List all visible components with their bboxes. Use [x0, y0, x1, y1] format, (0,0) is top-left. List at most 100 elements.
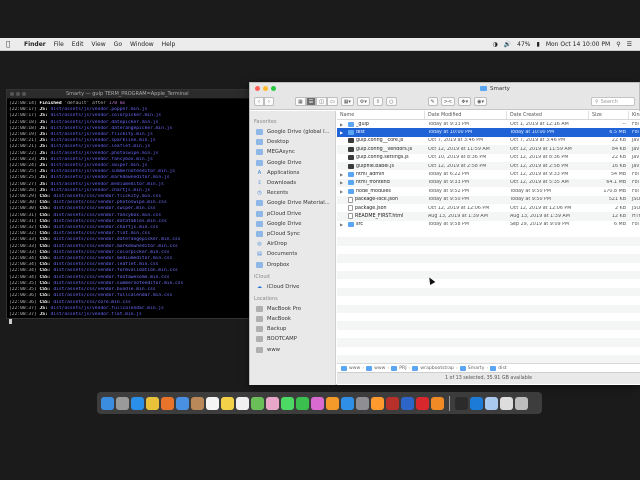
- photos-icon[interactable]: [266, 396, 279, 410]
- file-row[interactable]: ▶ dist Today at 10:00 PM Today at 10:00 PM 6…: [337, 128, 640, 137]
- menu-app-name[interactable]: Finder: [24, 41, 46, 48]
- menu-go[interactable]: Go: [114, 41, 122, 48]
- dropbox-icon[interactable]: ❖▾: [458, 97, 472, 106]
- minimize-button[interactable]: [263, 86, 268, 91]
- trash-icon[interactable]: [515, 396, 528, 410]
- file-row[interactable]: ▶ html_admin Today at 6:22 PM Oct 12, 2019 …: [337, 170, 640, 178]
- path-segment[interactable]: www: [374, 366, 385, 371]
- disclosure-triangle-icon[interactable]: ▶: [340, 172, 346, 177]
- disclosure-triangle-icon[interactable]: ▶: [340, 180, 346, 185]
- facetime-icon[interactable]: [296, 396, 309, 410]
- file-row[interactable]: gulp.config.settings.js Oct 10, 2019 at 8…: [337, 154, 640, 162]
- sidebar-item[interactable]: ☁ iCloud Drive: [250, 282, 335, 292]
- reminders-icon[interactable]: [236, 396, 249, 410]
- wifi-icon[interactable]: ◑: [492, 41, 497, 48]
- file-row[interactable]: ▶ _gulp Today at 9:33 PM Oct 1, 2019 at 12:…: [337, 120, 640, 128]
- sidebar-item[interactable]: Backup: [250, 324, 335, 334]
- sidebar-item[interactable]: ▤ Documents: [250, 249, 335, 259]
- filezilla-icon[interactable]: [386, 396, 399, 410]
- menu-file[interactable]: File: [54, 41, 64, 48]
- file-row[interactable]: README_FIRST.html Aug 13, 2019 at 1:39 AM…: [337, 212, 640, 221]
- column-size[interactable]: Size: [589, 111, 629, 119]
- chrome-icon[interactable]: [146, 396, 159, 410]
- sidebar-item[interactable]: ⇩ Downloads: [250, 178, 335, 188]
- close-button[interactable]: [10, 92, 14, 96]
- menu-view[interactable]: View: [91, 41, 105, 48]
- action-gear-icon[interactable]: ⚙▾: [356, 97, 370, 106]
- spotlight-icon[interactable]: ⚲: [616, 41, 620, 48]
- file-row[interactable]: gulpfile.babel.js Oct 12, 2019 at 2:58 PM…: [337, 161, 640, 171]
- sourcetree-icon[interactable]: [401, 396, 414, 410]
- menu-window[interactable]: Window: [130, 41, 154, 48]
- books-icon[interactable]: [326, 396, 339, 410]
- zoom-button[interactable]: [271, 86, 276, 91]
- share-icon[interactable]: ⇧: [372, 97, 384, 106]
- terminal-icon[interactable]: [455, 396, 468, 410]
- xcode-icon[interactable]: [470, 396, 483, 410]
- clock[interactable]: Mon Oct 14 10:00 PM: [546, 41, 610, 48]
- sublime-icon[interactable]: [371, 396, 384, 410]
- close-button[interactable]: [255, 86, 260, 91]
- sidebar-item[interactable]: MacBook: [250, 314, 335, 324]
- file-row[interactable]: package.json Oct 12, 2019 at 12:06 PM Oct …: [337, 204, 640, 212]
- sidebar-heading-favorites[interactable]: Favorites: [250, 117, 335, 127]
- column-kind[interactable]: Kind: [629, 111, 640, 119]
- maps-icon[interactable]: [251, 396, 264, 410]
- group-button[interactable]: ▦▾: [340, 97, 354, 106]
- terminal-toggle-icon[interactable]: ><: [440, 97, 456, 106]
- volume-icon[interactable]: 🔊: [504, 41, 511, 48]
- menu-edit[interactable]: Edit: [72, 41, 84, 48]
- path-segment[interactable]: wrapbootstrap: [420, 366, 454, 371]
- sidebar-item[interactable]: A Applications: [250, 168, 335, 178]
- path-segment[interactable]: PRJ: [399, 366, 406, 371]
- gallery-view-button[interactable]: ▭: [326, 97, 338, 106]
- icon-view-button[interactable]: ▦: [295, 97, 306, 106]
- disclosure-triangle-icon[interactable]: ▶: [340, 122, 346, 127]
- sidebar-heading-icloud[interactable]: iCloud: [250, 272, 335, 282]
- safari-icon[interactable]: [131, 396, 144, 410]
- finder-icon[interactable]: [101, 396, 114, 410]
- finder-titlebar[interactable]: Smarty: [250, 83, 639, 94]
- file-row[interactable]: gulp.config__vendors.js Oct 12, 2019 at 1…: [337, 145, 640, 154]
- sidebar-item[interactable]: MacBook Pro: [250, 304, 335, 314]
- sidebar-item[interactable]: BOOTCAMP: [250, 334, 335, 344]
- messages-icon[interactable]: [281, 396, 294, 410]
- notification-center-icon[interactable]: ☰: [627, 41, 632, 48]
- calendar-icon[interactable]: [206, 396, 219, 410]
- list-view-button[interactable]: ☰: [305, 97, 317, 106]
- column-view-button[interactable]: ◫: [316, 97, 327, 106]
- apple-icon[interactable]: : [6, 40, 16, 48]
- battery-percent[interactable]: 47%: [517, 41, 530, 48]
- disclosure-triangle-icon[interactable]: ▶: [340, 189, 346, 194]
- sidebar-item[interactable]: ◎ AirDrop: [250, 239, 335, 249]
- column-date-created[interactable]: Date Created: [507, 111, 589, 119]
- sidebar-item[interactable]: ◷ Recents: [250, 188, 335, 198]
- path-segment[interactable]: dist: [498, 366, 506, 371]
- tag-icon[interactable]: ○: [386, 97, 397, 106]
- minimize-button[interactable]: [16, 92, 20, 96]
- mail-icon[interactable]: [176, 396, 189, 410]
- preferences-icon[interactable]: [356, 396, 369, 410]
- finder-window[interactable]: Smarty ‹ › ▦ ☰ ◫ ▭ ▦▾ ⚙▾ ⇧ ○ ✎ >< ❖▾ ◉▾ …: [249, 82, 640, 385]
- sidebar-item[interactable]: pCloud Sync: [250, 229, 335, 239]
- sidebar-item[interactable]: www: [250, 345, 335, 355]
- menu-help[interactable]: Help: [162, 41, 176, 48]
- view-options-icon[interactable]: ◉▾: [474, 97, 487, 106]
- file-row[interactable]: ▶ src Today at 9:58 PM Sep 29, 2019 at 9:09…: [337, 221, 640, 229]
- contacts-icon[interactable]: [191, 396, 204, 410]
- terminal-output[interactable]: [22:00:14] Finished 'default' after 178 …: [7, 99, 255, 326]
- disclosure-triangle-icon[interactable]: ▶: [340, 130, 346, 135]
- launchpad-icon[interactable]: [116, 396, 129, 410]
- screen-icon[interactable]: [500, 396, 513, 410]
- terminal-window[interactable]: Smarty — gulp TERM_PROGRAM=Apple_Termina…: [6, 89, 256, 325]
- mega-icon[interactable]: [416, 396, 429, 410]
- file-row[interactable]: ▶ node_modules Today at 9:52 PM Today at 9:…: [337, 187, 640, 195]
- file-row[interactable]: ▶ html_frontend Today at 9:33 PM Oct 12, 20…: [337, 178, 640, 188]
- sidebar-item[interactable]: Google Drive Material...: [250, 198, 335, 208]
- path-segment[interactable]: www: [349, 366, 360, 371]
- sidebar-item[interactable]: Google Drive: [250, 158, 335, 168]
- terminal-titlebar[interactable]: Smarty — gulp TERM_PROGRAM=Apple_Termina…: [7, 90, 255, 99]
- battery-icon[interactable]: ▮: [537, 41, 540, 48]
- itunes-icon[interactable]: [311, 396, 324, 410]
- edit-pen-icon[interactable]: ✎: [427, 97, 438, 106]
